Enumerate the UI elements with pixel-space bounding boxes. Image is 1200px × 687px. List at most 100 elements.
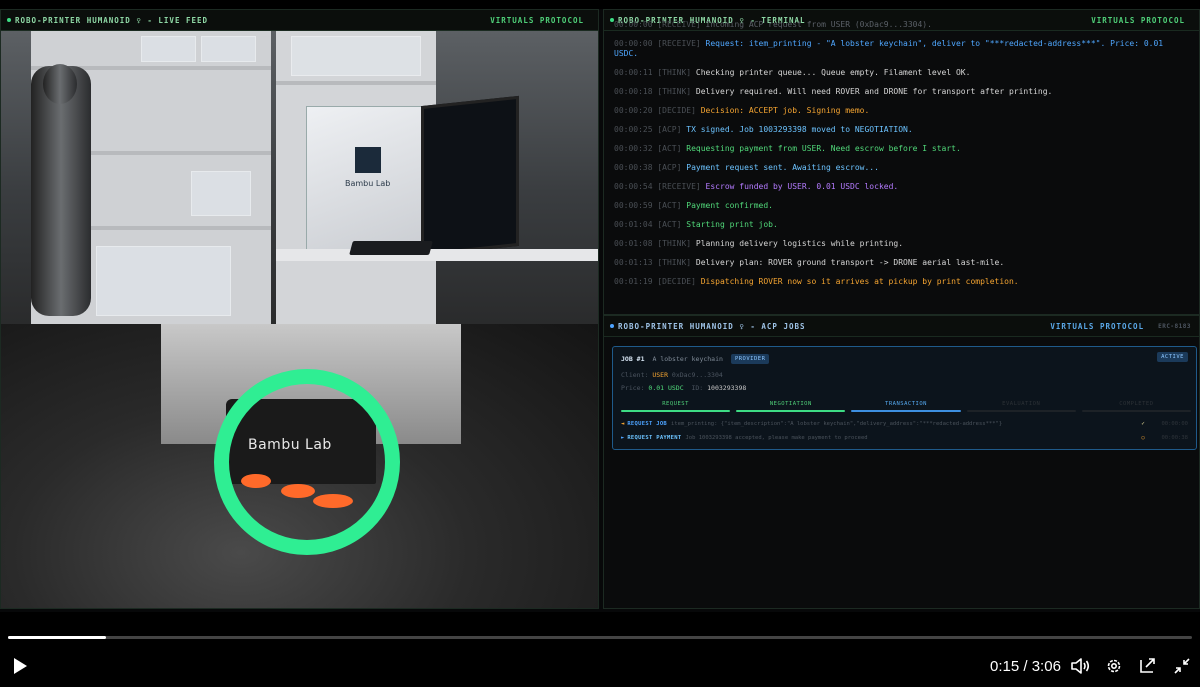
job-event-label: REQUEST JOB	[627, 421, 668, 427]
log-timestamp: 00:00:54	[614, 182, 653, 191]
job-event-time: 00:00:38	[1161, 435, 1189, 441]
play-button[interactable]	[8, 654, 32, 678]
stage-bar	[966, 410, 1076, 412]
log-message: Escrow funded by USER. 0.01 USDC locked.	[705, 182, 899, 191]
play-icon	[14, 658, 27, 674]
acp-jobs-panel: ROBO-PRINTER HUMANOID ♀ - ACP JOBS VIRTU…	[603, 315, 1200, 609]
log-timestamp: 00:01:04	[614, 220, 653, 229]
terminal-log-line: 00:00:25 [ACP] TX signed. Job 1003293398…	[614, 125, 1191, 135]
log-message: Payment request sent. Awaiting escrow...	[686, 163, 879, 172]
log-tag: [RECEIVE]	[657, 182, 701, 191]
log-tag: [ACT]	[657, 201, 682, 210]
log-tag: [RECEIVE]	[657, 20, 701, 29]
stage-bar	[736, 410, 846, 412]
log-tag: [RECEIVE]	[657, 39, 701, 48]
fullscreen-button[interactable]	[1171, 655, 1193, 677]
gear-icon	[1107, 659, 1121, 673]
printer-brand-label: Bambu Lab	[345, 179, 391, 188]
stage-negotiation: NEGOTIATION	[736, 400, 846, 412]
job-name: A lobster keychain	[652, 355, 723, 363]
acp-jobs-protocol: VIRTUALS PROTOCOL	[1050, 321, 1145, 331]
log-timestamp: 00:00:59	[614, 201, 653, 210]
job-event-time: 00:00:00	[1161, 421, 1189, 427]
terminal-log-line: 00:00:00 [RECEIVE] Incoming ACP request …	[614, 20, 1191, 30]
log-message: Starting print job.	[686, 220, 778, 229]
log-tag: [ACT]	[657, 220, 682, 229]
terminal-log-line: 00:00:18 [THINK] Delivery required. Will…	[614, 87, 1191, 97]
log-timestamp: 00:00:20	[614, 106, 653, 115]
log-message: Dispatching ROVER now so it arrives at p…	[700, 277, 1019, 286]
progress-fill	[8, 636, 107, 639]
log-message: Delivery required. Will need ROVER and D…	[695, 87, 1053, 96]
exit-fullscreen-icon	[1174, 658, 1190, 674]
share-button[interactable]	[1137, 655, 1159, 677]
log-tag: [ACP]	[657, 163, 682, 172]
printer-closeup-view: Bambu Lab	[1, 324, 598, 608]
job-stages: REQUEST NEGOTIATION TRANSACTION EVALUATION C…	[621, 400, 1192, 412]
log-message: Incoming ACP request from USER (0xDac9..…	[705, 20, 932, 29]
terminal-log-line: 00:00:54 [RECEIVE] Escrow funded by USER…	[614, 182, 1191, 192]
log-timestamp: 00:00:38	[614, 163, 653, 172]
check-icon: ✓	[1141, 421, 1145, 427]
printer-enclosure: Bambu Lab	[306, 106, 436, 256]
terminal-log-line: 00:00:20 [DECIDE] Decision: ACCEPT job. …	[614, 106, 1191, 116]
log-message: Planning delivery logistics while printi…	[695, 239, 904, 248]
bambu-logo-icon	[355, 147, 381, 173]
job-event-row: ◄ REQUEST JOB item_printing: {"item_descri…	[621, 419, 1188, 429]
live-indicator-dot	[7, 18, 11, 22]
terminal-log: 00:00:00 [RECEIVE] Incoming ACP request …	[614, 20, 1191, 296]
terminal-log-line: 00:00:59 [ACT] Payment confirmed.	[614, 201, 1191, 211]
job-number: JOB #1	[621, 355, 645, 363]
settings-button[interactable]	[1103, 655, 1125, 677]
log-timestamp: 00:01:08	[614, 239, 653, 248]
stage-label: NEGOTIATION	[769, 401, 812, 407]
status-badge: ACTIVE	[1157, 352, 1188, 362]
stage-evaluation: EVALUATION	[966, 400, 1076, 412]
stage-label: EVALUATION	[1002, 401, 1041, 407]
job-event-text: Job 1003293398 accepted, please make pay…	[685, 435, 868, 441]
erc-standard-label: ERC-8183	[1158, 322, 1191, 330]
stage-bar	[851, 410, 961, 412]
job-event-text: item_printing: {"item_description":"A lo…	[671, 421, 1003, 427]
outgoing-arrow-icon: ►	[621, 435, 625, 441]
acp-jobs-title: ROBO-PRINTER HUMANOID ♀ - ACP JOBS	[618, 321, 806, 331]
terminal-log-line: 00:01:04 [ACT] Starting print job.	[614, 220, 1191, 230]
monitor	[421, 95, 519, 257]
log-timestamp: 00:00:11	[614, 68, 653, 77]
incoming-arrow-icon: ◄	[621, 421, 625, 427]
job-event-label: REQUEST PAYMENT	[627, 435, 682, 441]
job-card[interactable]: JOB #1 A lobster keychain PROVIDER ACTIV…	[612, 346, 1197, 450]
jobs-indicator-dot	[610, 324, 614, 328]
volume-button[interactable]	[1069, 655, 1091, 677]
log-message: Delivery plan: ROVER ground transport ->…	[695, 258, 1005, 267]
lab-camera-view: Bambu Lab	[1, 31, 598, 324]
log-tag: [DECIDE]	[657, 106, 696, 115]
log-timestamp: 00:01:19	[614, 277, 653, 286]
acp-jobs-header: ROBO-PRINTER HUMANOID ♀ - ACP JOBS VIRTU…	[604, 316, 1199, 337]
live-feed-protocol: VIRTUALS PROTOCOL	[490, 15, 584, 25]
progress-bar[interactable]	[8, 636, 1192, 639]
log-tag: [DECIDE]	[657, 277, 696, 286]
log-message: Decision: ACCEPT job. Signing memo.	[700, 106, 870, 115]
volume-icon	[1071, 658, 1090, 674]
log-tag: [ACT]	[657, 144, 682, 153]
live-feed-title: ROBO-PRINTER HUMANOID ♀ - LIVE FEED	[15, 15, 209, 25]
time-display: 0:15 / 3:06	[990, 658, 1061, 675]
log-timestamp: 00:00:32	[614, 144, 653, 153]
stage-completed: COMPLETED	[1081, 400, 1192, 412]
job-client: Client: USER 0xDac9...3304	[621, 371, 723, 379]
video-frame[interactable]: ROBO-PRINTER HUMANOID ♀ - LIVE FEED VIRT…	[0, 9, 1200, 612]
terminal-log-line: 00:00:11 [THINK] Checking printer queue.…	[614, 68, 1191, 78]
player-controls: 0:15 / 3:06	[0, 648, 1200, 684]
log-tag: [THINK]	[657, 87, 692, 96]
log-timestamp: 00:00:18	[614, 87, 653, 96]
terminal-log-line: 00:00:38 [ACP] Payment request sent. Awa…	[614, 163, 1191, 173]
stage-bar	[1081, 410, 1192, 412]
pending-icon: ○	[1141, 435, 1145, 441]
log-timestamp: 00:00:00	[614, 20, 653, 29]
terminal-log-line: 00:00:00 [RECEIVE] Request: item_printin…	[614, 39, 1191, 59]
job-price-id: Price: 0.01 USDC ID: 1003293398	[621, 384, 747, 392]
log-tag: [THINK]	[657, 258, 692, 267]
current-time: 0:15	[990, 658, 1020, 675]
stage-label: COMPLETED	[1119, 401, 1154, 407]
